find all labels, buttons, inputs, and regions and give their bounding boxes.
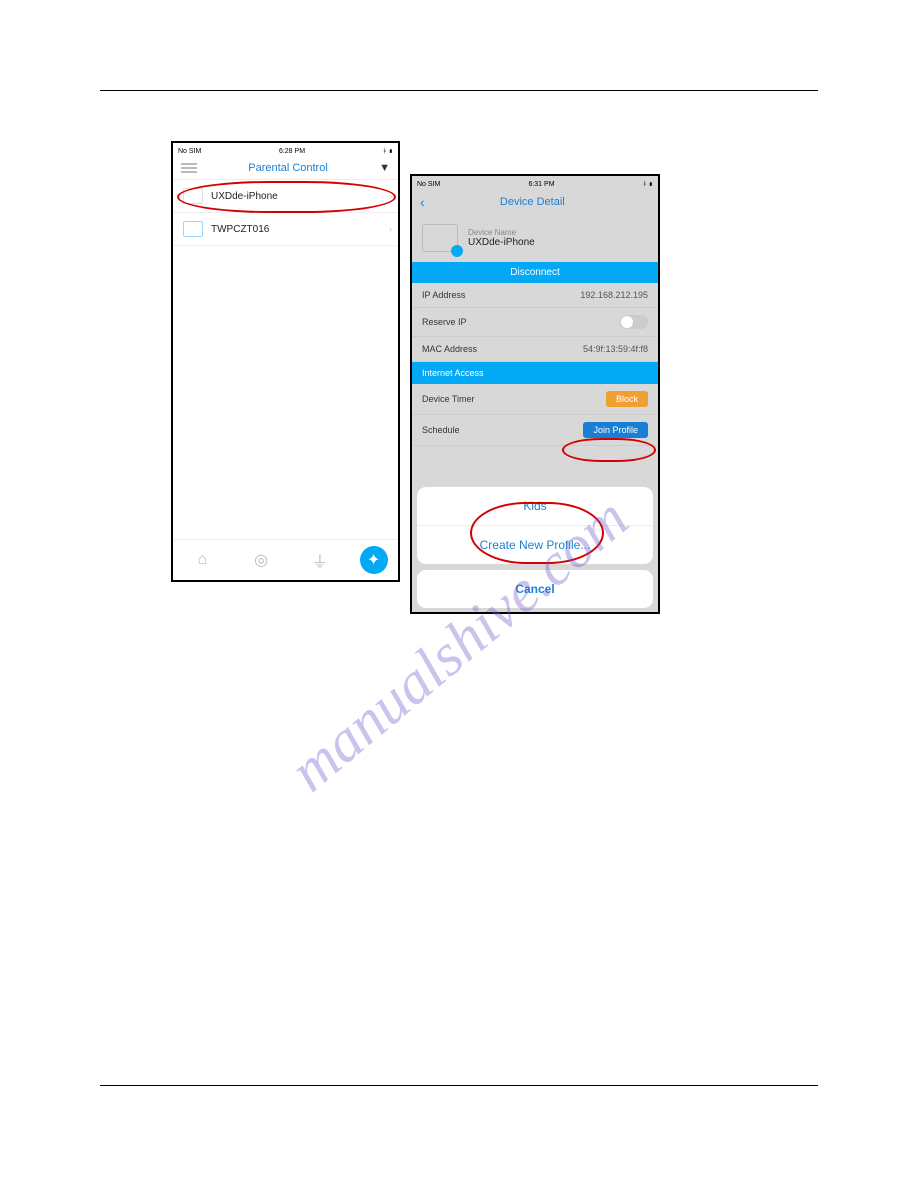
device-summary: Device Name UXDde-iPhone <box>412 214 658 262</box>
bottom-tab-bar: ⌂ ◎ ⏚ ✦ <box>173 539 398 580</box>
section-internet-access: Internet Access <box>412 362 658 384</box>
status-battery-icon: ᚼ ▮ <box>383 148 393 155</box>
join-profile-button[interactable]: Join Profile <box>583 422 648 438</box>
status-time: 6:28 PM <box>279 148 305 155</box>
row-ip: IP Address 192.168.212.195 <box>412 283 658 308</box>
sheet-cancel-button[interactable]: Cancel <box>417 570 653 608</box>
disconnect-button[interactable]: Disconnect <box>412 262 658 283</box>
status-battery-icon: ᚼ ▮ <box>643 181 653 188</box>
tab-parental-icon[interactable]: ✦ <box>360 546 388 574</box>
tab-wifi-icon[interactable]: ⏚ <box>301 546 339 574</box>
page-divider-top <box>100 90 818 91</box>
mac-label: MAC Address <box>422 344 477 354</box>
device-icon <box>183 221 203 237</box>
device-row-uxdde[interactable]: UXDde-iPhone › <box>173 180 398 213</box>
sheet-option-kids[interactable]: Kids <box>417 487 653 526</box>
reserve-ip-toggle[interactable] <box>620 315 648 329</box>
tab-dashboard-icon[interactable]: ◎ <box>242 546 280 574</box>
tab-home-icon[interactable]: ⌂ <box>183 546 221 574</box>
status-bar: No SIM 6:31 PM ᚼ ▮ <box>412 176 658 190</box>
row-device-timer: Device Timer Block <box>412 384 658 415</box>
device-icon <box>422 224 458 252</box>
sheet-option-create-new[interactable]: Create New Profile... <box>417 526 653 564</box>
block-button[interactable]: Block <box>606 391 648 407</box>
status-badge-icon <box>451 245 463 257</box>
mac-value: 54:9f:13:59:4f:f8 <box>583 344 648 354</box>
action-sheet: Kids Create New Profile... Cancel <box>417 487 653 608</box>
reserve-ip-label: Reserve IP <box>422 317 467 327</box>
page-title: Parental Control <box>197 162 379 174</box>
screenshot-device-detail: No SIM 6:31 PM ᚼ ▮ ‹ Device Detail Devic… <box>410 174 660 614</box>
device-timer-label: Device Timer <box>422 394 475 404</box>
page-title: Device Detail <box>415 196 650 208</box>
device-name: TWPCZT016 <box>211 224 269 235</box>
device-name-label: Device Name <box>468 228 535 237</box>
status-carrier: No SIM <box>178 148 201 155</box>
menu-icon[interactable] <box>181 161 197 175</box>
status-bar: No SIM 6:28 PM ᚼ ▮ <box>173 143 398 157</box>
schedule-label: Schedule <box>422 425 460 435</box>
device-row-twpczt[interactable]: TWPCZT016 › <box>173 213 398 246</box>
device-name-value: UXDde-iPhone <box>468 237 535 248</box>
screenshot-parental-control: No SIM 6:28 PM ᚼ ▮ Parental Control ▼ UX… <box>171 141 400 582</box>
status-carrier: No SIM <box>417 181 440 188</box>
filter-icon[interactable]: ▼ <box>379 162 390 174</box>
row-schedule: Schedule Join Profile <box>412 415 658 446</box>
chevron-right-icon: › <box>389 224 392 234</box>
ip-label: IP Address <box>422 290 465 300</box>
status-time: 6:31 PM <box>528 181 554 188</box>
chevron-right-icon: › <box>389 191 392 201</box>
ip-value: 192.168.212.195 <box>580 290 648 300</box>
device-name: UXDde-iPhone <box>211 191 278 202</box>
page-divider-bottom <box>100 1085 818 1086</box>
device-icon <box>183 188 203 204</box>
row-mac: MAC Address 54:9f:13:59:4f:f8 <box>412 337 658 362</box>
row-reserve-ip: Reserve IP <box>412 308 658 337</box>
